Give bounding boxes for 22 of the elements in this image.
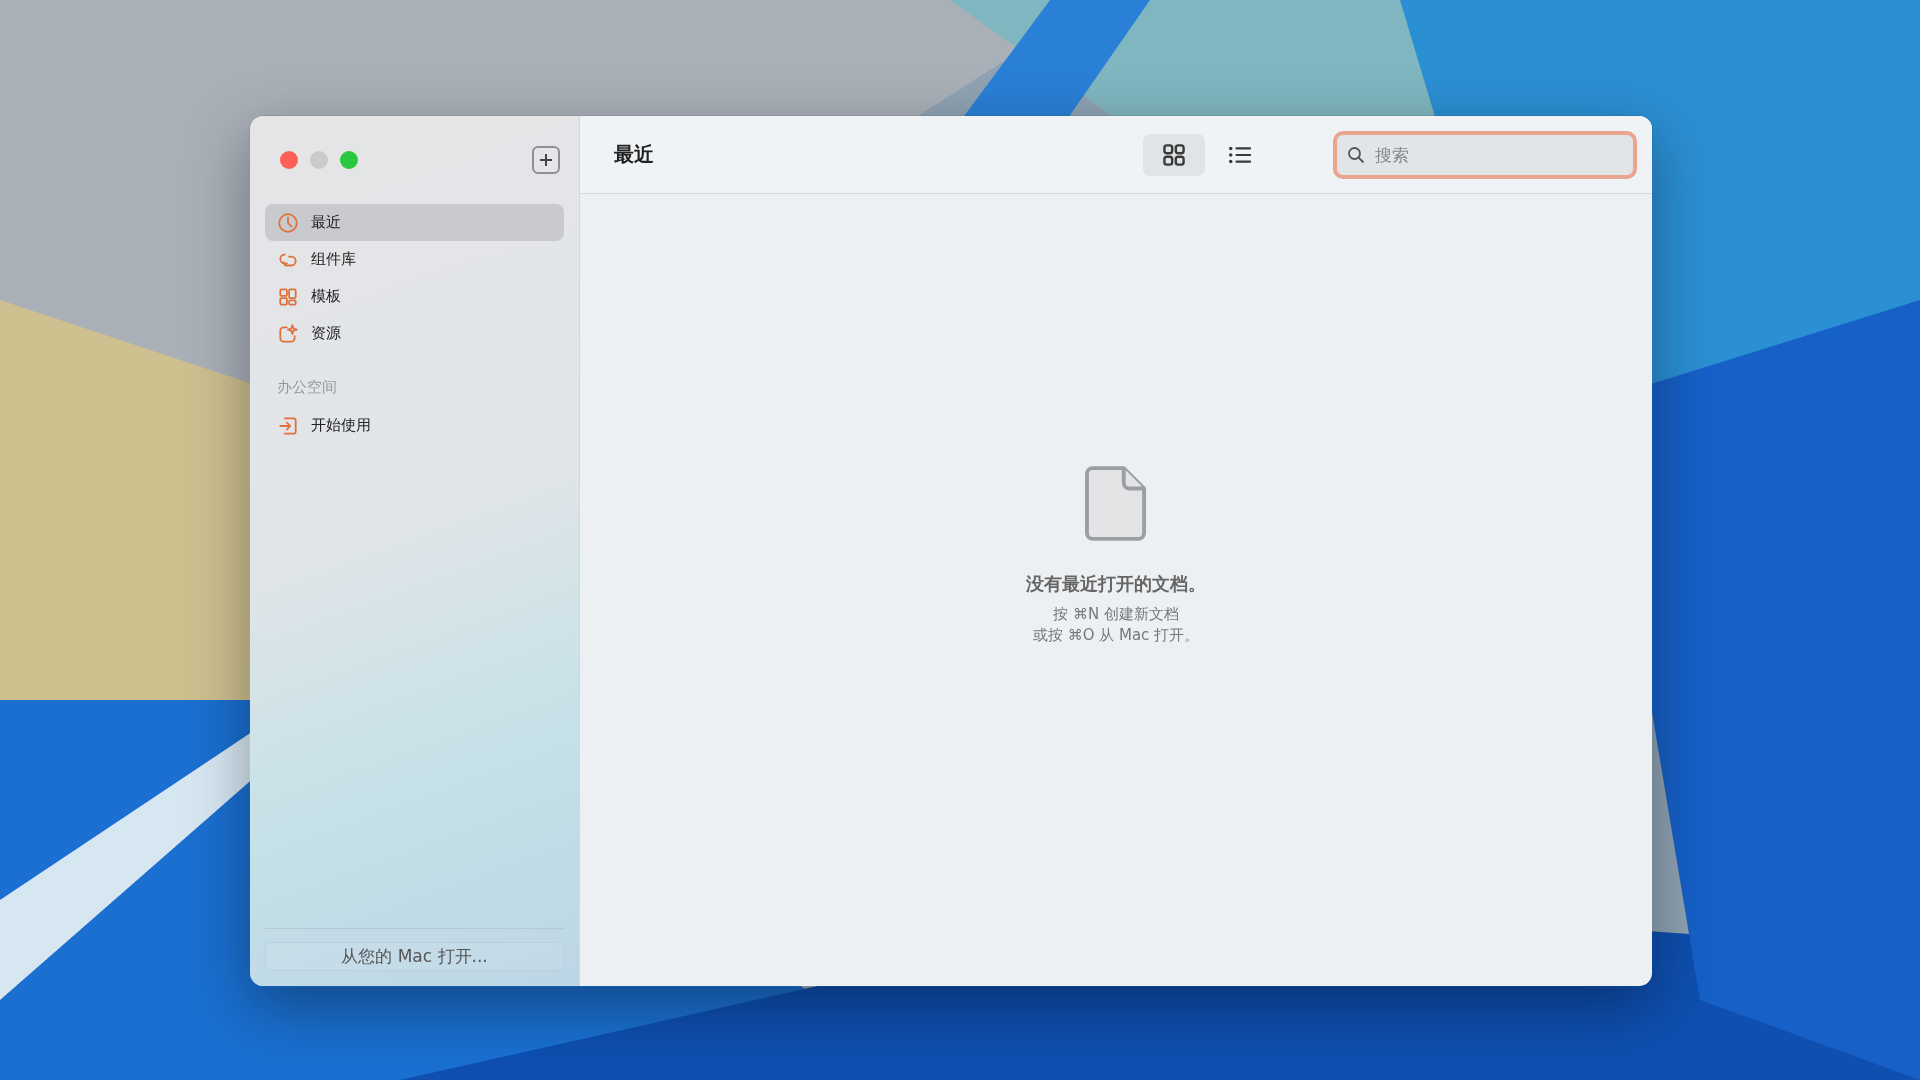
sidebar-item[interactable]: 模板 xyxy=(265,278,564,315)
layout-icon xyxy=(277,285,299,308)
search-field[interactable]: 搜索 xyxy=(1333,130,1637,179)
new-button[interactable] xyxy=(532,146,560,174)
search-icon xyxy=(1347,145,1365,164)
sidebar-item[interactable]: 开始使用 xyxy=(265,407,564,444)
grid-icon xyxy=(1162,142,1186,167)
sidebar-item[interactable]: 最近 xyxy=(265,204,564,241)
empty-state-title: 没有最近打开的文档。 xyxy=(1026,572,1206,596)
section-heading: 办公空间 xyxy=(277,378,338,397)
sidebar-item[interactable]: 组件库 xyxy=(265,241,564,278)
open-from-mac-button[interactable]: 从您的 Mac 打开... xyxy=(265,942,564,971)
document-icon xyxy=(1085,464,1147,544)
enter-icon xyxy=(277,414,299,437)
sparkle-icon xyxy=(277,322,299,345)
sidebar-item[interactable]: 资源 xyxy=(265,315,564,352)
plus-icon xyxy=(539,153,553,167)
grid-view-button[interactable] xyxy=(1143,133,1205,176)
page-title: 最近 xyxy=(614,141,655,168)
empty-state-hint: 或按 ⌘O 从 Mac 打开。 xyxy=(1032,625,1200,646)
empty-state-hint: 按 ⌘N 创建新文档 xyxy=(1053,604,1179,625)
clock-icon xyxy=(277,211,299,234)
